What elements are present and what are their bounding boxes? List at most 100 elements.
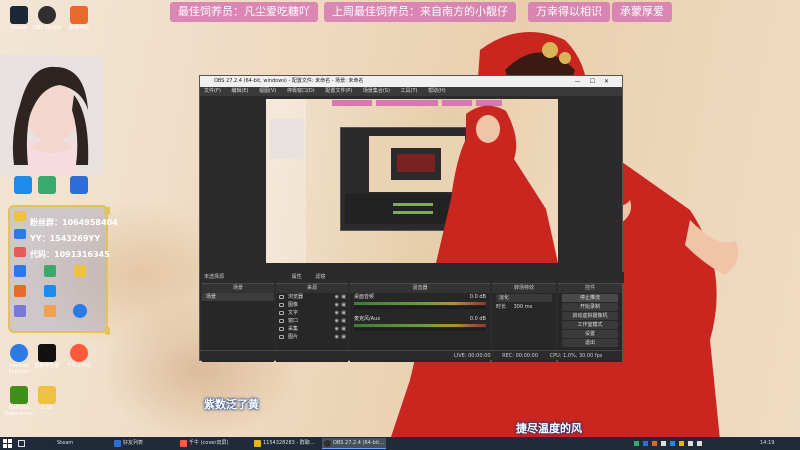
- steam-icon: [10, 6, 28, 24]
- settings-button[interactable]: 设置: [562, 330, 618, 338]
- shield-icon: [70, 176, 88, 194]
- taskbar-item-steam[interactable]: Steam: [46, 438, 104, 449]
- preview-webcam: [270, 119, 304, 159]
- banner-thanks: 万幸得以相识: [528, 2, 610, 22]
- capcut-icon: [38, 344, 56, 362]
- desktop-icon-label: 直播伴侣: [68, 25, 89, 31]
- menu-profile[interactable]: 配置文件(P): [325, 88, 352, 94]
- source-type-icon: [279, 319, 284, 323]
- duration-input[interactable]: 300 ms: [514, 304, 533, 310]
- source-item[interactable]: 图片 ◉ ▣: [276, 333, 348, 341]
- menu-docks[interactable]: 停靠窗口(D): [287, 88, 315, 94]
- lyric-line-1: 紫数泛了黄: [204, 398, 259, 411]
- desktop-icon-label: 1.txt: [41, 405, 53, 411]
- channel-name: 麦克风/Aux: [354, 316, 381, 322]
- taskbar-item-qianniu[interactable]: 千牛 (cover双屏): [178, 438, 248, 449]
- obs-icon: [38, 6, 56, 24]
- mixer-channel: 麦克风/Aux 0.0 dB: [350, 315, 490, 323]
- clock: 14:19: [760, 440, 775, 446]
- transition-select[interactable]: 淡化: [496, 294, 552, 302]
- obs-title-bar[interactable]: OBS 27.2.4 (64-bit, windows) - 配置文件: 未命名…: [200, 76, 622, 87]
- channel-db: 0.0 dB: [469, 316, 486, 322]
- eye-icon: ◉: [334, 334, 339, 340]
- start-button[interactable]: [3, 439, 12, 448]
- internet-explorer-icon: [10, 344, 28, 362]
- menu-tools[interactable]: 工具(T): [401, 88, 418, 94]
- geforce-icon: [10, 386, 28, 404]
- lyric-line-2: 捷尽温度的风: [516, 422, 582, 435]
- taskbar-item-obs[interactable]: OBS 27.2.4 (64-bit...: [322, 438, 386, 449]
- window-title: OBS 27.2.4 (64-bit, windows) - 配置文件: 未命名…: [214, 78, 364, 84]
- scenes-header: 场景: [202, 284, 274, 293]
- studio-mode-button[interactable]: 工作室模式: [562, 321, 618, 329]
- source-item[interactable]: 窗口 ◉ ▣: [276, 317, 348, 325]
- scene-item[interactable]: 场景: [202, 293, 274, 301]
- window-controls[interactable]: —☐✕: [575, 76, 618, 87]
- live-companion-icon: [70, 6, 88, 24]
- mixer-channel: 桌面音频 0.0 dB: [350, 293, 490, 301]
- exit-button[interactable]: 退出: [562, 339, 618, 347]
- menu-edit[interactable]: 编辑(E): [231, 88, 248, 94]
- menu-help[interactable]: 帮助(H): [428, 88, 446, 94]
- channel-db: 0.0 dB: [469, 294, 486, 300]
- source-item[interactable]: 图像 ◉ ▣: [276, 301, 348, 309]
- eye-icon: ◉: [334, 310, 339, 316]
- eye-icon: ◉: [334, 326, 339, 332]
- eye-icon: ◉: [334, 294, 339, 300]
- rec-timer: REC: 00:00:00: [502, 353, 539, 359]
- stop-streaming-button[interactable]: 停止推流: [562, 294, 618, 302]
- banner-last-week-keeper: 上周最佳饲养员：来自南方的小靓仔: [324, 2, 516, 22]
- text-file-icon: [38, 386, 56, 404]
- banner-best-keeper: 最佳饲养员：凡尘爱吃糖吖: [170, 2, 318, 22]
- taskbar-item-group-chat[interactable]: 1154328283 - 群聊...: [252, 438, 318, 449]
- obs-preview[interactable]: [266, 99, 558, 263]
- lock-icon: ▣: [341, 310, 346, 316]
- volume-slider[interactable]: [354, 306, 486, 309]
- filters-button[interactable]: 滤镜: [315, 274, 325, 280]
- audio-meter: [354, 324, 486, 327]
- audio-meter: [354, 302, 486, 305]
- source-item[interactable]: 文字 ◉ ▣: [276, 309, 348, 317]
- volume-slider[interactable]: [354, 328, 486, 331]
- eye-icon: ◉: [334, 302, 339, 308]
- desktop-icon-txt[interactable]: 1.txt: [28, 386, 66, 411]
- properties-button[interactable]: 属性: [292, 274, 302, 280]
- windows-icon: [3, 439, 12, 448]
- desktop-icon-live-companion[interactable]: 直播伴侣: [60, 6, 98, 31]
- source-toolbar: 未选择源 属性 滤镜: [200, 272, 624, 283]
- source-type-icon: [279, 303, 284, 307]
- virtual-camera-button[interactable]: 启动虚拟摄像机: [562, 312, 618, 320]
- preview-wallpaper-figure: [436, 105, 558, 263]
- qianniu-icon: [180, 440, 187, 447]
- steam-icon: [48, 440, 55, 447]
- transitions-header: 转场特效: [492, 284, 556, 293]
- menu-view[interactable]: 视图(V): [259, 88, 276, 94]
- obs-icon: [324, 440, 331, 447]
- overlay-icons: [14, 207, 110, 335]
- chat-overlay: 粉丝群：1064958404 YY：1543269YY 代码：109131634…: [8, 205, 118, 335]
- lock-icon: ▣: [341, 334, 346, 340]
- taskbar-item-friends[interactable]: 好友列表: [112, 438, 172, 449]
- duration-row: 时长 300 ms: [496, 304, 533, 310]
- source-type-icon: [279, 311, 284, 315]
- start-recording-button[interactable]: 开始录制: [562, 303, 618, 311]
- mixer-header: 混音器: [350, 284, 490, 293]
- task-view-icon[interactable]: [18, 440, 25, 447]
- desktop-icon-qianniu[interactable]: 千牛工作台: [60, 344, 98, 369]
- no-source-selected: 未选择源: [204, 274, 225, 280]
- desktop-icon-app3[interactable]: [60, 176, 98, 195]
- source-item[interactable]: 浏览器 ◉ ▣: [276, 293, 348, 301]
- obs-window[interactable]: OBS 27.2.4 (64-bit, windows) - 配置文件: 未命名…: [199, 75, 624, 362]
- friends-icon: [114, 440, 121, 447]
- controls-header: 控件: [558, 284, 622, 293]
- source-item[interactable]: 采集 ◉ ▣: [276, 325, 348, 333]
- menu-file[interactable]: 文件(F): [204, 88, 221, 94]
- system-tray: [634, 440, 754, 447]
- source-type-icon: [279, 335, 284, 339]
- app-icon: [38, 176, 56, 194]
- lock-icon: ▣: [341, 294, 346, 300]
- menu-scene-collection[interactable]: 场景集合(S): [363, 88, 390, 94]
- channel-name: 桌面音频: [354, 294, 375, 300]
- lock-icon: ▣: [341, 302, 346, 308]
- desktop-icon-label: 千牛工作台: [66, 363, 92, 369]
